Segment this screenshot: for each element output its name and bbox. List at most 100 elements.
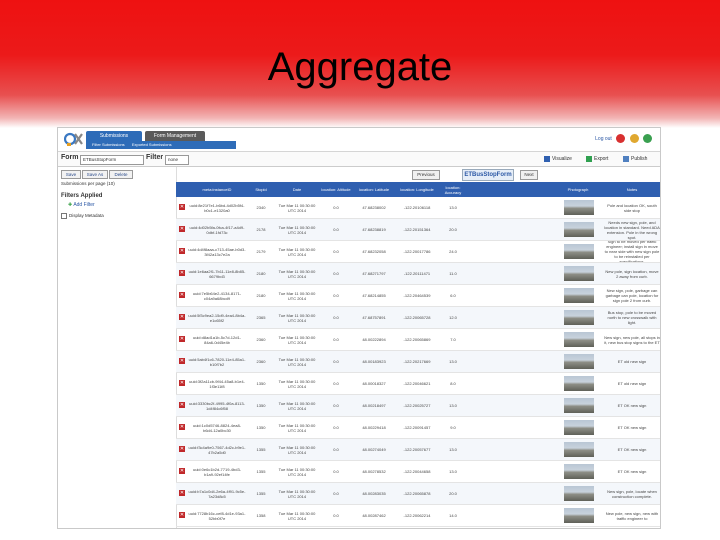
cell-lat: 48.00222894: [362, 337, 386, 342]
cell-notes: Needs new sign, pole, and location in st…: [604, 219, 660, 240]
table-row[interactable]: ✕ uuid:1c0d5746-8824-4ea8-b6d4-12a0bc30 13…: [176, 417, 660, 439]
column-header[interactable]: Photograph: [554, 182, 602, 197]
subtab-filter-submissions[interactable]: Filter Submissions: [92, 142, 125, 147]
cell-lon: -122.20111471: [403, 271, 431, 276]
cell-acc: 6.0: [450, 293, 456, 298]
delete-row-icon[interactable]: ✕: [179, 270, 185, 276]
save-button[interactable]: Save: [61, 170, 81, 179]
subtab-exported-submissions[interactable]: Exported Submissions: [132, 142, 172, 147]
table-row[interactable]: ✕ uuid:5ab4f1c6-7820-11e4-85a1-b10f7b2 236…: [176, 351, 660, 373]
cell-notes: ET old new sign: [617, 359, 647, 364]
settings-icon[interactable]: [629, 134, 639, 143]
photo-thumbnail[interactable]: [564, 442, 594, 457]
delete-row-icon[interactable]: ✕: [179, 512, 185, 518]
export-button[interactable]: Export: [586, 155, 608, 163]
photo-thumbnail[interactable]: [564, 310, 594, 325]
delete-row-icon[interactable]: ✕: [179, 490, 185, 496]
table-row[interactable]: ✕ uuid:5f3c9ea2-15d9-4ea4-8b4a-e1c65f2 236…: [176, 307, 660, 329]
photo-thumbnail[interactable]: [564, 244, 594, 259]
photo-thumbnail[interactable]: [564, 464, 594, 479]
delete-row-icon[interactable]: ✕: [179, 248, 185, 254]
delete-row-icon[interactable]: ✕: [179, 380, 185, 386]
photo-thumbnail[interactable]: [564, 420, 594, 435]
column-header[interactable]: meta:instanceID: [188, 182, 246, 197]
column-header[interactable]: Date: [276, 182, 318, 197]
photo-thumbnail[interactable]: [564, 222, 594, 237]
photo-thumbnail[interactable]: [564, 398, 594, 413]
column-header[interactable]: [176, 182, 188, 197]
table-row[interactable]: ✕ uuid:b7a1c0d4-2e6a-4f91-9c5e-7a23d8c5 13…: [176, 483, 660, 505]
previous-button[interactable]: Previous: [412, 170, 440, 180]
cell-lat: 48.00287462: [362, 513, 386, 518]
delete-row-icon[interactable]: ✕: [179, 402, 185, 408]
display-metadata-checkbox[interactable]: Display Metadata: [61, 213, 104, 219]
tab-form-management[interactable]: Form Management: [145, 131, 205, 141]
cell-id: uuid:5f3c9ea2-15d9-4ea4-8b4a-e1c65f2: [188, 312, 246, 323]
photo-thumbnail[interactable]: [564, 266, 594, 281]
extension-icon[interactable]: [643, 134, 652, 143]
delete-button[interactable]: Delete: [109, 170, 133, 179]
photo-thumbnail[interactable]: [564, 332, 594, 347]
column-header[interactable]: location: Latitude: [354, 182, 394, 197]
table-row[interactable]: ✕ uuid:0e6c1b2d-7719-4bd3-b1a9-92ef14fe 13…: [176, 461, 660, 483]
table-row[interactable]: ✕ uuid:1e6aa2f1-7b11-11e8-8b85-6679bd3 218…: [176, 263, 660, 285]
publish-label: Publish: [631, 156, 648, 162]
delete-row-icon[interactable]: ✕: [179, 292, 185, 298]
column-header[interactable]: location: Altitude: [320, 182, 352, 197]
photo-thumbnail[interactable]: [564, 376, 594, 391]
cell-date: Tue Mar 11 00:30:00 UTC 2014: [278, 312, 316, 323]
photo-thumbnail[interactable]: [564, 508, 594, 523]
cell-notes: New pole, sign location, move 2 away fro…: [605, 268, 659, 279]
delete-row-icon[interactable]: ✕: [179, 468, 185, 474]
delete-row-icon[interactable]: ✕: [179, 358, 185, 364]
table-row[interactable]: ✕ uuid:8e21f7e1-b6bd-4d02b5f4-b0c1-e1320a…: [176, 197, 660, 219]
delete-row-icon[interactable]: ✕: [179, 446, 185, 452]
table-row[interactable]: ✕ uuid:3330bc2f-4995-4f0a-8113-1d4f84c6f5…: [176, 395, 660, 417]
table-row[interactable]: ✕ uuid:7e5b64e2-4134-8171-c04a9a68bcd9 218…: [176, 285, 660, 307]
export-icon: [586, 155, 592, 162]
column-header[interactable]: location: Accuracy: [440, 182, 466, 197]
column-header[interactable]: Notes: [604, 182, 660, 197]
cell-alt: 0.0: [333, 227, 339, 232]
column-header[interactable]: location: Longitude: [396, 182, 438, 197]
photo-thumbnail[interactable]: [564, 288, 594, 303]
tab-submissions[interactable]: Submissions: [86, 131, 142, 141]
help-icon[interactable]: [616, 134, 626, 143]
visualize-button[interactable]: Visualize: [544, 155, 572, 163]
table-row[interactable]: ✕ uuid:3f2a11cb-9f44-45a8-b1e4-1f3e11f8 13…: [176, 373, 660, 395]
app-header: Submissions Form Management Filter Submi…: [58, 128, 660, 152]
cell-id: uuid:b7a1c0d4-2e6a-4f91-9c5e-7a23d8c5: [188, 488, 246, 499]
delete-row-icon[interactable]: ✕: [179, 336, 185, 342]
add-filter-button[interactable]: ✚ Add Filter: [68, 202, 95, 208]
display-metadata-label: Display Metadata: [69, 213, 104, 219]
delete-row-icon[interactable]: ✕: [179, 424, 185, 430]
column-header[interactable]: Stopid: [248, 182, 274, 197]
filter-select[interactable]: none: [165, 155, 189, 165]
next-button[interactable]: Next: [520, 170, 538, 180]
form-select[interactable]: ETBusStopForm: [80, 155, 144, 165]
cell-lat: 48.00018327: [362, 381, 386, 386]
table-row[interactable]: ✕ uuid:d8ad1a1b-5c7d-12d1-84a6-0d45e4b 236…: [176, 329, 660, 351]
delete-row-icon[interactable]: ✕: [179, 314, 185, 320]
delete-row-icon[interactable]: ✕: [179, 204, 185, 210]
table-row[interactable]: ✕ uuid:7728b16c-cef8-4d1e-93a1-52bb0f7e 13…: [176, 505, 660, 527]
cell-id: uuid:4d02b5fa-0fca-4f17-a4d9-0dbf-1fd73c: [189, 224, 245, 235]
cell-alt: 0.0: [333, 469, 339, 474]
save-as-button[interactable]: Save As: [82, 170, 108, 179]
log-out-link[interactable]: Log out: [595, 136, 612, 142]
photo-thumbnail[interactable]: [564, 354, 594, 369]
table-row[interactable]: ✕ uuid:4d02b5fa-0fca-4f17-a4d9-0dbf-1fd73…: [176, 219, 660, 241]
visualize-label: Visualize: [552, 156, 572, 162]
table-row[interactable]: ✕ uuid:f3c4a9e0-7567-4d2c-b9e1-47b2a5d0 13…: [176, 439, 660, 461]
table-row[interactable]: ✕ uuid:4d4f8aaa-c713-45ae-b0d3-3f42a13c7e…: [176, 241, 660, 263]
delete-row-icon[interactable]: ✕: [179, 226, 185, 232]
table-header: meta:instanceID Stopid Date location: Altit…: [176, 182, 660, 197]
cell-stop: 2180: [256, 293, 266, 298]
submissions-per-page[interactable]: Submissions per page (10): [61, 181, 115, 186]
cell-date: Tue Mar 11 00:30:00 UTC 2014: [278, 334, 316, 345]
publish-button[interactable]: Publish: [623, 155, 647, 163]
photo-thumbnail[interactable]: [564, 200, 594, 215]
cell-notes: ET OK new sign: [617, 425, 647, 430]
cell-date: Tue Mar 11 00:30:00 UTC 2014: [278, 378, 316, 389]
photo-thumbnail[interactable]: [564, 486, 594, 501]
